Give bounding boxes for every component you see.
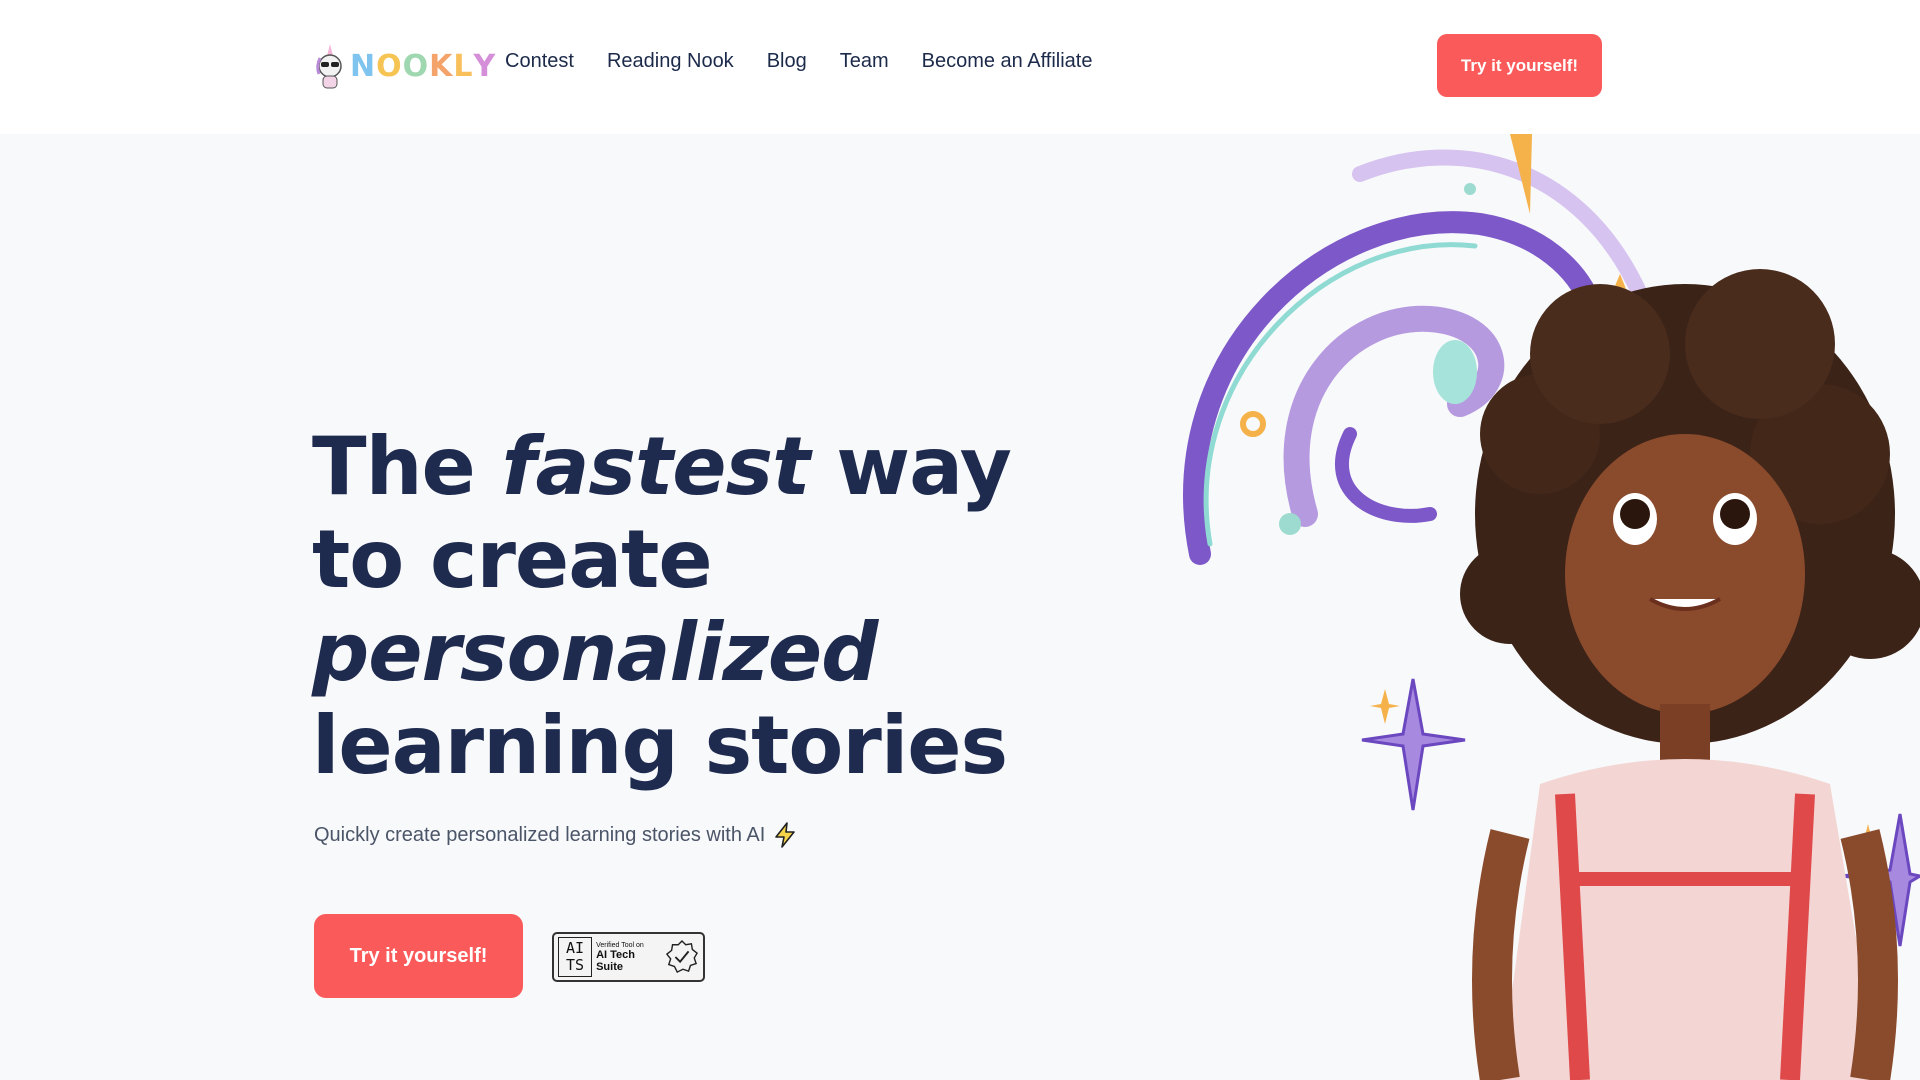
hero-headline: The fastest way to create personalized l… [312,420,1012,792]
header-try-it-button[interactable]: Try it yourself! [1437,34,1602,97]
unicorn-mascot-icon [316,44,342,89]
wordmark-letter: O [376,48,403,84]
wordmark-letter: L [453,48,474,84]
headline-text: way [809,420,1012,513]
nookly-wordmark: NOOKLY [350,49,496,84]
wordmark-letter: K [429,48,454,84]
nav-item-team[interactable]: Team [840,50,889,73]
badge-mark-top: AI [566,939,585,957]
badge-text: Verified Tool on AI Tech Suite [596,942,661,973]
top-navigation-bar: NOOKLY Contest Reading Nook Blog Team Be… [0,0,1920,134]
badge-small-text: Verified Tool on [596,941,644,949]
lightning-bolt-icon [775,822,796,848]
verified-check-icon [665,939,699,974]
nav-item-blog[interactable]: Blog [767,50,807,73]
nav-item-become-affiliate[interactable]: Become an Affiliate [922,50,1093,73]
hero-illustration [1183,134,1920,1080]
badge-main-text: AI Tech Suite [596,948,635,973]
hero-try-it-button[interactable]: Try it yourself! [314,914,523,998]
wordmark-letter: Y [473,48,497,84]
wordmark-letter: O [402,48,430,84]
hero-subtitle: Quickly create personalized learning sto… [314,822,797,848]
nookly-logo[interactable]: NOOKLY [312,42,496,90]
ai-tech-suite-badge[interactable]: AI TS Verified Tool on AI Tech Suite [552,932,705,982]
ai-tech-suite-mark: AI TS [558,937,593,977]
nav-item-reading-nook[interactable]: Reading Nook [607,50,734,73]
headline-emphasis-fastest: fastest [501,420,811,513]
girl-character-illustration [1460,269,1920,1080]
nav-item-contest[interactable]: Contest [505,50,574,73]
headline-text: The [312,420,502,513]
main-nav: Contest Reading Nook Blog Team Become an… [505,50,1092,73]
headline-text: learning stories [312,699,1008,792]
wordmark-letter: N [350,48,377,84]
hero-subtitle-text: Quickly create personalized learning sto… [314,823,766,846]
headline-text: to create [312,513,713,606]
headline-emphasis-personalized: personalized [312,606,878,699]
badge-mark-bottom: TS [566,956,585,974]
